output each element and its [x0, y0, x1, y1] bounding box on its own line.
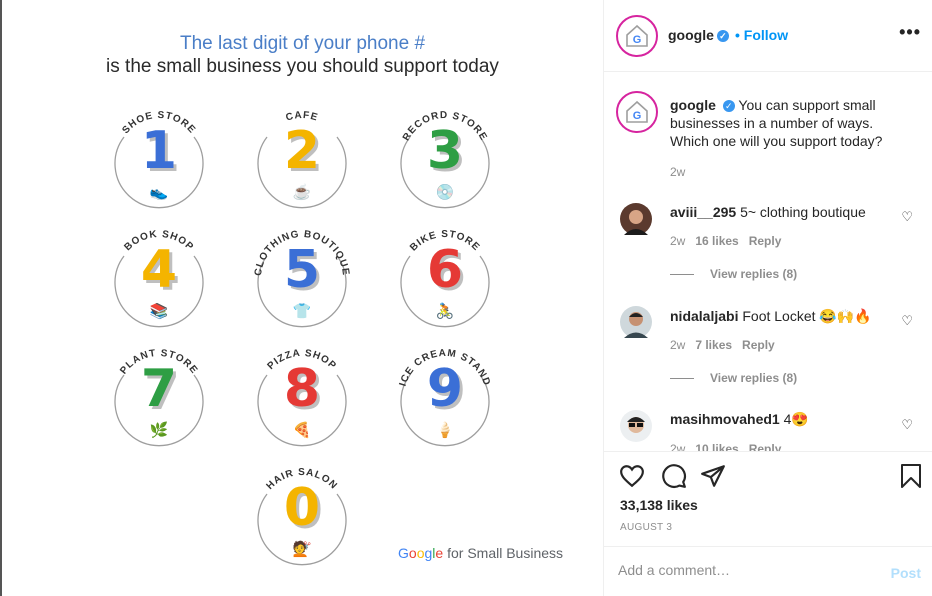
business-badge: ICE CREAM STAND 9 🍦	[390, 337, 500, 447]
business-digit: 7	[140, 359, 178, 419]
post-date[interactable]: AUGUST 3	[620, 522, 672, 533]
business-badge: CLOTHING BOUTIQUE 5 👕	[247, 218, 357, 328]
likes-count[interactable]: 33,138 likes	[620, 497, 698, 513]
view-replies-button[interactable]: View replies (8)	[670, 267, 797, 281]
post-image: The last digit of your phone # is the sm…	[2, 0, 603, 596]
comment-likes[interactable]: 7 likes	[695, 338, 732, 352]
business-emoji-icon: 🍕	[292, 422, 312, 439]
reply-button[interactable]: Reply	[749, 234, 782, 248]
comment-body: nidalaljabi Foot Locket 😂🙌🔥	[670, 308, 872, 324]
business-digit: 4	[140, 240, 178, 300]
business-digit: 9	[426, 359, 464, 419]
more-options-icon[interactable]: •••	[899, 22, 921, 43]
comments-section[interactable]: G google ✓ You can support small busines…	[604, 73, 932, 451]
business-emoji-icon: 👟	[149, 184, 169, 201]
reply-button[interactable]: Reply	[742, 338, 775, 352]
headline-line-1: The last digit of your phone #	[179, 33, 426, 54]
comment-like-heart-icon[interactable]: ♡	[901, 417, 913, 433]
business-digit: 6	[426, 240, 464, 300]
caption: google ✓ You can support small businesse…	[670, 96, 910, 150]
user-photo-icon	[624, 210, 648, 235]
business-emoji-icon: ☕	[292, 184, 312, 201]
commenter-avatar[interactable]	[620, 203, 652, 235]
business-badge: PIZZA SHOP 8 🍕	[247, 337, 357, 447]
comment-like-heart-icon[interactable]: ♡	[901, 313, 913, 329]
business-badge: CAFE 2 ☕	[247, 99, 357, 209]
comment-meta: 2w 10 likes Reply	[670, 442, 781, 451]
comment-icon[interactable]	[661, 463, 687, 489]
google-home-logo-icon: G	[626, 100, 648, 123]
comment-username[interactable]: masihmovahed1	[670, 411, 780, 427]
post-actions: 33,138 likes AUGUST 3	[604, 451, 932, 546]
business-emoji-icon: 💇	[292, 541, 312, 558]
user-photo-icon	[627, 417, 645, 433]
follow-button[interactable]: • Follow	[735, 27, 788, 43]
business-emoji-icon: 🌿	[149, 422, 169, 439]
business-emoji-icon: 🍦	[435, 422, 455, 439]
google-small-business-logo: Google for Small Business	[398, 545, 564, 561]
reply-button[interactable]: Reply	[749, 442, 782, 451]
business-badge: BIKE STORE 6 🚴	[390, 218, 500, 328]
share-icon[interactable]	[700, 463, 726, 489]
comment-meta: 2w 16 likes Reply	[670, 234, 782, 248]
commenter-avatar[interactable]	[620, 306, 652, 338]
business-badge: HAIR SALON 0 💇	[247, 456, 357, 566]
google-home-logo-icon: G	[626, 24, 648, 47]
business-digit: 8	[283, 359, 321, 419]
business-emoji-icon: 💿	[435, 184, 455, 201]
comment-username[interactable]: nidalaljabi	[670, 308, 738, 324]
business-emoji-icon: 📚	[149, 303, 169, 320]
business-digit: 2	[283, 121, 321, 181]
google-avatar[interactable]: G	[616, 15, 658, 57]
commenter-avatar[interactable]	[620, 410, 652, 442]
comment-meta: 2w 7 likes Reply	[670, 338, 775, 352]
post-comment-button[interactable]: Post	[891, 565, 921, 581]
add-comment-bar: Post	[604, 546, 932, 596]
verified-badge-icon: ✓	[716, 30, 729, 42]
comment-input[interactable]	[618, 562, 878, 578]
business-emoji-icon: 🚴	[435, 303, 455, 320]
comment-username[interactable]: aviii__295	[670, 204, 736, 220]
bookmark-icon[interactable]	[899, 463, 923, 489]
business-digit: 0	[283, 478, 321, 538]
comment-like-heart-icon[interactable]: ♡	[901, 209, 913, 225]
caption-age: 2w	[670, 165, 686, 179]
verified-badge-icon: ✓	[722, 100, 735, 112]
business-badge: BOOK SHOP 4 📚	[104, 218, 214, 328]
header-username[interactable]: google ✓	[668, 27, 729, 43]
business-digit: 5	[283, 240, 321, 300]
business-badge: SHOE STORE 1 👟	[104, 99, 214, 209]
caption-username[interactable]: google	[670, 97, 716, 113]
instagram-post-view: The last digit of your phone # is the sm…	[0, 0, 932, 596]
business-badge: PLANT STORE 7 🌿	[104, 337, 214, 447]
business-badge: RECORD STORE 3 💿	[390, 99, 500, 209]
svg-text:G: G	[633, 110, 642, 122]
comment-likes[interactable]: 10 likes	[695, 442, 738, 451]
svg-text:G: G	[633, 34, 642, 46]
user-photo-icon	[624, 312, 648, 338]
comment-body: aviii__295 5~ clothing boutique	[670, 204, 866, 220]
business-digit: 1	[140, 121, 178, 181]
headline-line-2: is the small business you should support…	[106, 56, 499, 77]
heart-icon[interactable]	[619, 463, 645, 489]
post-details-panel: G google ✓ • Follow ••• G google ✓ You ca…	[603, 0, 932, 596]
caption-avatar[interactable]: G	[616, 91, 658, 133]
business-emoji-icon: 👕	[292, 303, 312, 320]
post-header: G google ✓ • Follow •••	[604, 0, 932, 72]
comment-likes[interactable]: 16 likes	[695, 234, 738, 248]
comment-body: masihmovahed1 4😍	[670, 411, 809, 427]
business-digit: 3	[426, 121, 464, 181]
view-replies-button[interactable]: View replies (8)	[670, 371, 797, 385]
